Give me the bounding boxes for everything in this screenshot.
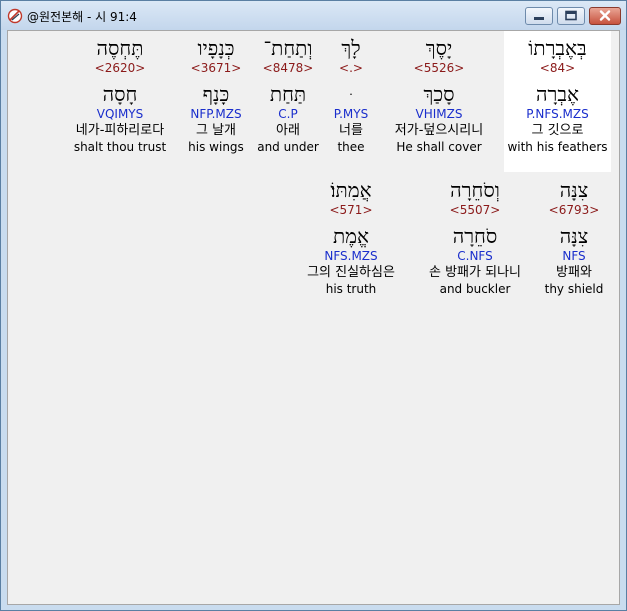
- hebrew-word: יָסֶךְ: [425, 36, 453, 60]
- strong-number[interactable]: <5526>: [379, 60, 499, 76]
- korean-gloss: 저가-덮으시리니: [394, 123, 484, 138]
- korean-gloss: 방패와: [556, 265, 592, 280]
- english-gloss: and buckler: [439, 282, 511, 296]
- app-window: @원전본해 - 시 91:4 בְּאֶבְרָתוֹ <84> אֶבְרָה…: [0, 0, 627, 611]
- hebrew-word: לָךְ: [341, 36, 361, 60]
- morphology-code: VQIMYS: [96, 107, 144, 121]
- english-gloss: his truth: [325, 282, 377, 296]
- strong-number[interactable]: <5507>: [411, 202, 539, 218]
- korean-gloss: 네가-피하리로다: [75, 123, 165, 138]
- hebrew-lemma: צִנָּה: [559, 224, 589, 248]
- morphology-code: C.NFS: [457, 249, 493, 263]
- english-gloss: He shall cover: [396, 140, 482, 154]
- hebrew-word: אֲמִתּוֹ׃: [330, 178, 372, 202]
- interlinear-pane[interactable]: בְּאֶבְרָתוֹ <84> אֶבְרָה P.NFS.MZS 그 깃으…: [7, 30, 620, 605]
- english-gloss: and under: [257, 140, 319, 154]
- hebrew-word: בְּאֶבְרָתוֹ: [528, 36, 587, 60]
- close-button[interactable]: [589, 7, 621, 25]
- hebrew-lemma: כָּנָף: [202, 82, 230, 106]
- hebrew-word: צִנָּה: [559, 178, 589, 202]
- korean-gloss: 그 깃으로: [531, 123, 584, 138]
- strong-number[interactable]: <8478>: [256, 60, 320, 76]
- strong-number[interactable]: <3671>: [178, 60, 254, 76]
- morphology-code: VHIMZS: [415, 107, 463, 121]
- morphology-code: NFS: [562, 249, 586, 263]
- word-be-evrato[interactable]: בְּאֶבְרָתוֹ <84> אֶבְרָה P.NFS.MZS 그 깃으…: [504, 36, 611, 155]
- close-icon: [599, 10, 611, 21]
- english-gloss: thee: [337, 140, 365, 154]
- strong-number[interactable]: <6793>: [536, 202, 612, 218]
- hebrew-lemma: סֹחֵרָה: [452, 224, 498, 248]
- hebrew-lemma: סָכַךְ: [423, 82, 455, 106]
- word-lakh[interactable]: לָךְ <.> ּ P.MYS 너를 thee: [326, 36, 376, 155]
- window-title: @원전본해 - 시 91:4: [27, 10, 137, 24]
- strong-number[interactable]: <571>: [284, 202, 418, 218]
- morphology-code: C.P: [278, 107, 298, 121]
- word-tsinnah[interactable]: צִנָּה <6793> צִנָּה NFS 방패와 thy shield: [536, 178, 612, 297]
- morphology-code: P.MYS: [333, 107, 369, 121]
- korean-gloss: 너를: [339, 123, 363, 138]
- word-amitto[interactable]: אֲמִתּוֹ׃ <571> אֱמֶת NFS.MZS 그의 진실하심은 h…: [284, 178, 418, 297]
- strong-number[interactable]: <84>: [504, 60, 611, 76]
- strong-number[interactable]: <.>: [326, 60, 376, 76]
- hebrew-word: וְסֹחֵרָה: [450, 178, 500, 202]
- minimize-icon: [534, 17, 544, 20]
- maximize-icon: [565, 10, 577, 21]
- morphology-code: NFP.MZS: [190, 107, 242, 121]
- morphology-code: NFS.MZS: [324, 249, 378, 263]
- english-gloss: shalt thou trust: [73, 140, 167, 154]
- hebrew-word: תֶּחְסֶה: [96, 36, 144, 60]
- word-kenafav[interactable]: כְּנָפָיו <3671> כָּנָף NFP.MZS 그 날개 his…: [178, 36, 254, 155]
- korean-gloss: 손 방패가 되나니: [429, 265, 521, 280]
- morphology-code: P.NFS.MZS: [526, 107, 589, 121]
- word-vesocherah[interactable]: וְסֹחֵרָה <5507> סֹחֵרָה C.NFS 손 방패가 되나니…: [411, 178, 539, 297]
- english-gloss: his wings: [188, 140, 244, 154]
- hebrew-word: וְתַחַת־: [263, 36, 313, 60]
- app-icon: [7, 8, 23, 24]
- korean-gloss: 그 날개: [195, 123, 236, 138]
- word-techseh[interactable]: תֶּחְסֶה <2620> חָסָה VQIMYS 네가-피하리로다 sh…: [60, 36, 180, 155]
- hebrew-lemma: חָסָה: [102, 82, 138, 106]
- strong-number[interactable]: <2620>: [60, 60, 180, 76]
- hebrew-word: כְּנָפָיו: [197, 36, 235, 60]
- maximize-button[interactable]: [557, 7, 585, 25]
- hebrew-lemma: אֶבְרָה: [536, 82, 579, 106]
- english-gloss: with his feathers: [507, 140, 608, 154]
- hebrew-lemma: תַּחַת: [269, 82, 307, 106]
- korean-gloss: 그의 진실하심은: [307, 265, 395, 280]
- korean-gloss: 아래: [276, 123, 300, 138]
- word-vetachat[interactable]: וְתַחַת־ <8478> תַּחַת C.P 아래 and under: [256, 36, 320, 155]
- hebrew-lemma: ּ: [326, 82, 376, 106]
- minimize-button[interactable]: [525, 7, 553, 25]
- english-gloss: thy shield: [544, 282, 604, 296]
- word-yasekh[interactable]: יָסֶךְ <5526> סָכַךְ VHIMZS 저가-덮으시리니 He …: [379, 36, 499, 155]
- title-bar[interactable]: @원전본해 - 시 91:4: [1, 1, 626, 30]
- hebrew-lemma: אֱמֶת: [332, 224, 370, 248]
